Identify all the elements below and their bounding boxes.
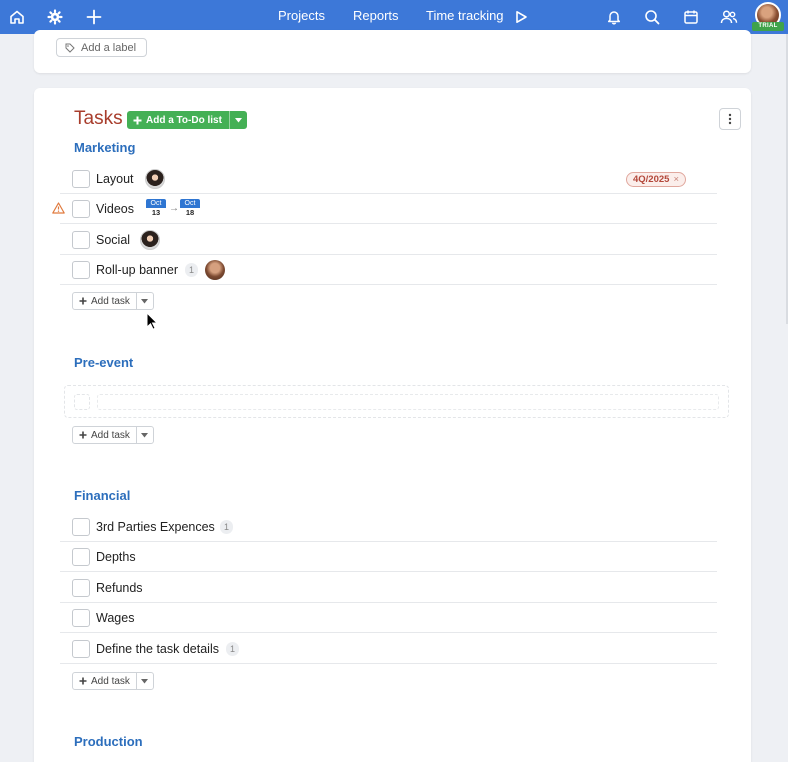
task-row[interactable]: Refunds: [60, 573, 717, 603]
plus-icon: [79, 431, 87, 439]
play-icon[interactable]: [507, 0, 535, 34]
add-label-button[interactable]: Add a label: [56, 38, 148, 57]
comment-count-badge[interactable]: 1: [226, 642, 240, 656]
task-checkbox[interactable]: [72, 640, 90, 658]
labels-card: Add a label: [34, 30, 751, 73]
start-date-day: 13: [151, 208, 161, 217]
list-title-production[interactable]: Production: [74, 734, 143, 749]
task-row[interactable]: Wages: [60, 603, 717, 633]
assignee-avatar[interactable]: [205, 260, 225, 280]
task-name[interactable]: Videos: [96, 194, 134, 224]
add-task-main[interactable]: Add task: [73, 293, 136, 309]
task-checkbox[interactable]: [72, 518, 90, 536]
task-checkbox[interactable]: [72, 231, 90, 249]
caret-down-icon: [141, 432, 149, 437]
list-title-financial[interactable]: Financial: [74, 488, 130, 503]
nav-time-tracking[interactable]: Time tracking: [426, 0, 504, 34]
search-icon[interactable]: [638, 0, 666, 34]
user-avatar[interactable]: TRIAL: [752, 2, 784, 32]
list-title-marketing[interactable]: Marketing: [74, 140, 135, 155]
bell-icon[interactable]: [600, 0, 628, 34]
due-date-chip[interactable]: Oct 18: [180, 199, 200, 219]
plus-icon: [79, 297, 87, 305]
task-label-text: 4Q/2025: [633, 174, 670, 185]
tasks-card: Tasks Add a To-Do list Marketing Layout …: [34, 88, 751, 762]
nav-reports[interactable]: Reports: [353, 0, 399, 34]
task-row[interactable]: Social: [60, 225, 717, 255]
task-row[interactable]: 3rd Parties Expences 1: [60, 512, 717, 542]
add-label-text: Add a label: [81, 41, 137, 54]
task-checkbox[interactable]: [72, 609, 90, 627]
start-date-chip[interactable]: Oct 13: [146, 199, 166, 219]
users-icon[interactable]: [715, 0, 743, 34]
home-icon[interactable]: [3, 0, 31, 34]
task-checkbox[interactable]: [72, 170, 90, 188]
add-task-main[interactable]: Add task: [73, 427, 136, 443]
caret-down-icon: [141, 298, 149, 303]
add-task-dropdown[interactable]: [135, 293, 153, 309]
add-todo-list-main[interactable]: Add a To-Do list: [127, 111, 229, 129]
date-arrow-icon: →: [169, 203, 179, 214]
due-date-day: 18: [185, 208, 195, 217]
placeholder-bar: [97, 394, 719, 410]
task-row[interactable]: Roll-up banner 1: [60, 255, 717, 285]
top-nav: Projects Reports Time tracking TRIAL: [0, 0, 788, 34]
add-task-dropdown[interactable]: [135, 673, 153, 689]
add-task-dropdown[interactable]: [135, 427, 153, 443]
add-todo-list-label: Add a To-Do list: [146, 114, 222, 126]
calendar-icon[interactable]: [677, 0, 705, 34]
remove-label-icon[interactable]: ×: [673, 173, 679, 186]
task-name[interactable]: Layout: [96, 164, 134, 194]
trial-badge: TRIAL: [752, 22, 784, 31]
assignee-avatar[interactable]: [140, 230, 160, 250]
kebab-icon: [728, 113, 732, 125]
task-name[interactable]: Depths: [96, 542, 136, 572]
empty-task-placeholder: [64, 385, 729, 418]
caret-down-icon: [141, 678, 149, 683]
list-title-pre-event[interactable]: Pre-event: [74, 355, 133, 370]
caret-down-icon: [234, 117, 242, 122]
assignee-avatar[interactable]: [145, 169, 165, 189]
add-task-label: Add task: [91, 295, 130, 307]
task-label-chip[interactable]: 4Q/2025 ×: [626, 172, 687, 187]
add-task-button[interactable]: Add task: [72, 426, 154, 444]
task-checkbox[interactable]: [72, 579, 90, 597]
more-options-button[interactable]: [719, 108, 741, 130]
task-name[interactable]: Define the task details: [96, 634, 219, 664]
due-date-month: Oct: [180, 199, 200, 208]
add-task-button[interactable]: Add task: [72, 292, 154, 310]
tasks-title: Tasks: [74, 108, 123, 129]
task-row[interactable]: Videos Oct 13 → Oct 18: [52, 194, 717, 224]
add-todo-list-button[interactable]: Add a To-Do list: [127, 111, 247, 129]
placeholder-checkbox: [74, 394, 90, 410]
task-checkbox[interactable]: [72, 548, 90, 566]
mouse-cursor-icon: [146, 312, 158, 330]
task-name[interactable]: Social: [96, 225, 130, 255]
plus-icon: [79, 677, 87, 685]
comment-count-badge[interactable]: 1: [185, 263, 199, 277]
warning-icon: [52, 202, 65, 214]
comment-count-badge[interactable]: 1: [220, 520, 234, 534]
task-name[interactable]: Wages: [96, 603, 134, 633]
plus-icon[interactable]: [80, 0, 108, 34]
tag-icon: [65, 43, 75, 53]
task-name[interactable]: Roll-up banner: [96, 255, 178, 285]
task-row[interactable]: Depths: [60, 542, 717, 572]
plus-icon: [133, 116, 142, 124]
add-task-main[interactable]: Add task: [73, 673, 136, 689]
add-todo-list-dropdown[interactable]: [228, 111, 247, 129]
task-name[interactable]: 3rd Parties Expences: [96, 512, 215, 542]
task-row[interactable]: Define the task details 1: [60, 634, 717, 664]
nav-projects[interactable]: Projects: [278, 0, 325, 34]
task-checkbox[interactable]: [72, 200, 90, 218]
gear-icon[interactable]: [41, 0, 69, 34]
add-task-label: Add task: [91, 429, 130, 441]
task-checkbox[interactable]: [72, 261, 90, 279]
add-task-label: Add task: [91, 675, 130, 687]
start-date-month: Oct: [146, 199, 166, 208]
add-task-button[interactable]: Add task: [72, 672, 154, 690]
task-name[interactable]: Refunds: [96, 573, 143, 603]
task-row[interactable]: Layout 4Q/2025 ×: [60, 164, 717, 194]
